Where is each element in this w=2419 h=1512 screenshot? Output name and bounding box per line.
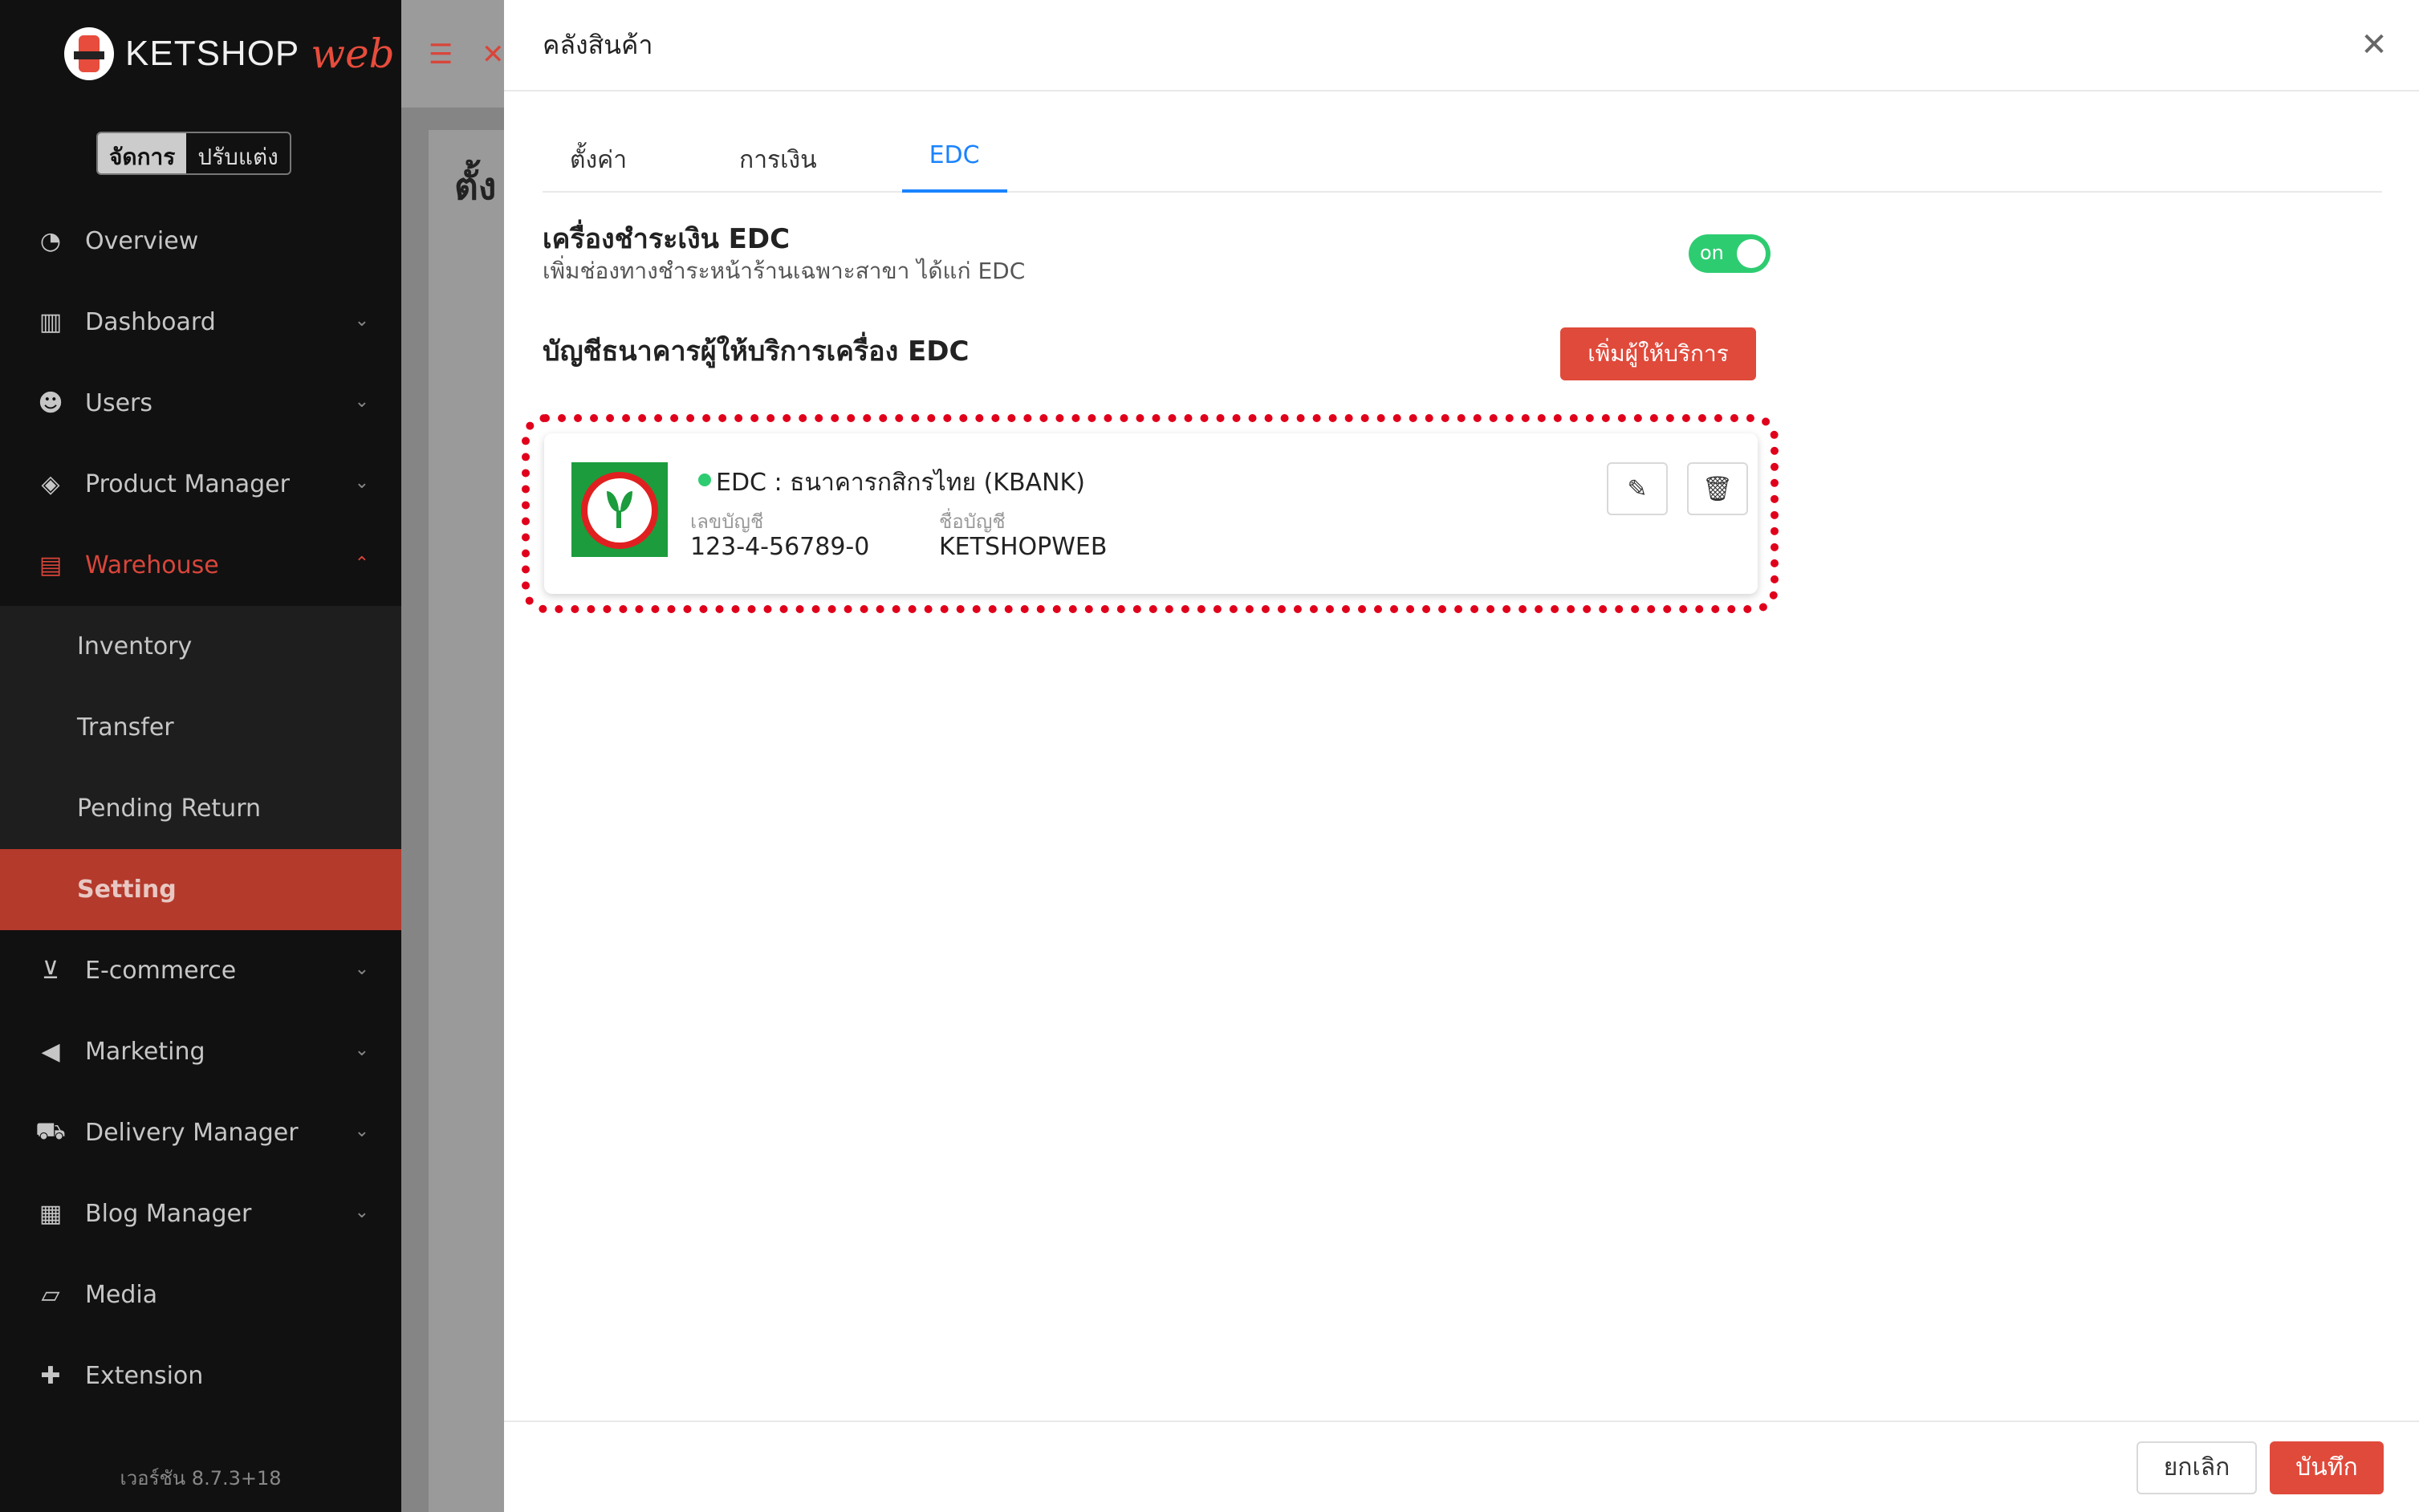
trash-icon: 🗑 — [1701, 474, 1734, 503]
sidebar-item-label: Inventory — [77, 632, 193, 660]
drawer-title: คลังสินค้า — [543, 29, 653, 60]
save-button[interactable]: บันทึก — [2270, 1441, 2384, 1494]
sidebar-subitem-transfer[interactable]: Transfer — [0, 687, 401, 768]
chevron-down-icon: ⌄ — [354, 1040, 369, 1060]
status-dot — [698, 474, 711, 486]
menu-toggle-icon[interactable]: ☰ — [429, 39, 453, 71]
cart-icon: ⊻ — [42, 957, 59, 985]
sidebar-item-warehouse[interactable]: ▤ Warehouse ⌃ — [0, 525, 401, 606]
sidebar-item-label: Warehouse — [85, 551, 219, 579]
pie-chart-icon: ◔ — [39, 227, 62, 255]
settings-drawer: คลังสินค้า ✕ ตั้งค่า การเงิน EDC เครื่อง… — [504, 0, 2419, 1512]
sidebar-item-label: Marketing — [85, 1038, 205, 1066]
sidebar-subitem-setting[interactable]: Setting — [0, 849, 401, 930]
page-card — [429, 130, 504, 1512]
toggle-knob — [1737, 239, 1766, 268]
drawer-tabs: ตั้งค่า การเงิน EDC — [543, 128, 2382, 193]
sidebar-item-label: Blog Manager — [85, 1200, 252, 1228]
sidebar-subitem-pending-return[interactable]: Pending Return — [0, 768, 401, 849]
sidebar-item-label: Users — [85, 389, 153, 417]
edit-button[interactable]: ✎ — [1607, 462, 1668, 515]
providers-section-title: บัญชีธนาคารผู้ให้บริการเครื่อง EDC — [543, 335, 970, 368]
brand-logo[interactable]: KETSHOP web — [64, 24, 395, 83]
warehouse-submenu: Inventory Transfer Pending Return Settin… — [0, 606, 401, 930]
tab-settings[interactable]: ตั้งค่า — [543, 128, 654, 193]
version-label: เวอร์ชัน 8.7.3+18 — [120, 1467, 282, 1490]
sidebar-subitem-inventory[interactable]: Inventory — [0, 606, 401, 687]
puzzle-icon: ✚ — [40, 1362, 61, 1390]
sidebar-item-label: Product Manager — [85, 470, 290, 498]
sidebar-item-label: Pending Return — [77, 795, 262, 823]
page-title-fragment: ตั้ง — [454, 165, 497, 208]
sidebar: KETSHOP web จัดการ ปรับแต่ง ◔ Overview ▥ … — [0, 0, 401, 1512]
cancel-button[interactable]: ยกเลิก — [2136, 1441, 2257, 1494]
chevron-down-icon: ⌄ — [354, 959, 369, 979]
lighthouse-icon — [64, 27, 114, 80]
sidebar-nav: ◔ Overview ▥ Dashboard ⌄ ☻ Users ⌄ ◈ Pro… — [0, 201, 401, 1416]
warehouse-icon: ▤ — [39, 551, 63, 579]
provider-account-card: EDC : ธนาคารกสิกรไทย (KBANK) เลขบัญชี 12… — [544, 433, 1758, 594]
sidebar-item-extension[interactable]: ✚ Extension — [0, 1335, 401, 1416]
sidebar-item-overview[interactable]: ◔ Overview — [0, 201, 401, 282]
edc-section-description: เพิ่มช่องทางชำระหน้าร้านเฉพาะสาขา ได้แก่… — [543, 258, 1026, 284]
chevron-down-icon: ⌄ — [354, 473, 369, 493]
sidebar-item-label: Overview — [85, 227, 199, 255]
users-icon: ☻ — [38, 389, 63, 417]
megaphone-icon: ◀ — [41, 1038, 60, 1066]
sidebar-item-label: Setting — [77, 876, 177, 904]
sidebar-item-label: Delivery Manager — [85, 1119, 299, 1147]
add-provider-button[interactable]: เพิ่มผู้ให้บริการ — [1560, 327, 1756, 380]
delete-button[interactable]: 🗑 — [1687, 462, 1748, 515]
fullscreen-icon[interactable]: ✕ — [482, 39, 505, 71]
sidebar-item-users[interactable]: ☻ Users ⌄ — [0, 363, 401, 444]
sidebar-item-e-commerce[interactable]: ⊻ E-commerce ⌄ — [0, 930, 401, 1011]
mode-manage-button[interactable]: จัดการ — [98, 133, 187, 173]
drawer-footer: ยกเลิก บันทึก — [504, 1421, 2419, 1512]
sidebar-item-label: Dashboard — [85, 308, 216, 336]
account-name: EDC : ธนาคารกสิกรไทย (KBANK) — [716, 469, 1085, 497]
account-holder: KETSHOPWEB — [939, 533, 1108, 561]
tab-finance[interactable]: การเงิน — [712, 128, 844, 193]
sidebar-item-dashboard[interactable]: ▥ Dashboard ⌄ — [0, 282, 401, 363]
tags-icon: ◈ — [41, 470, 60, 498]
mode-customize-button[interactable]: ปรับแต่ง — [186, 133, 290, 173]
drawer-header: คลังสินค้า — [504, 0, 2419, 91]
sidebar-item-label: Transfer — [77, 713, 174, 742]
chevron-up-icon: ⌃ — [354, 554, 369, 574]
brand-suffix: web — [311, 30, 395, 77]
account-number: 123-4-56789-0 — [690, 533, 870, 561]
sidebar-item-marketing[interactable]: ◀ Marketing ⌄ — [0, 1011, 401, 1092]
sidebar-item-blog-manager[interactable]: ▦ Blog Manager ⌄ — [0, 1173, 401, 1254]
edc-toggle[interactable]: on — [1689, 234, 1771, 273]
truck-icon: ⛟ — [35, 1117, 66, 1145]
close-icon[interactable]: ✕ — [2358, 29, 2390, 61]
sidebar-item-delivery-manager[interactable]: ⛟ Delivery Manager ⌄ — [0, 1092, 401, 1173]
sidebar-item-label: Media — [85, 1281, 158, 1309]
folder-icon: ▱ — [41, 1281, 60, 1309]
sidebar-item-media[interactable]: ▱ Media — [0, 1254, 401, 1335]
chevron-down-icon: ⌄ — [354, 311, 369, 331]
chevron-down-icon: ⌄ — [354, 1121, 369, 1141]
chevron-down-icon: ⌄ — [354, 1202, 369, 1222]
page-backdrop[interactable]: ☰ ✕ — [401, 0, 505, 1512]
tab-edc[interactable]: EDC — [901, 128, 1007, 193]
sidebar-item-product-manager[interactable]: ◈ Product Manager ⌄ — [0, 444, 401, 525]
toggle-label: on — [1700, 242, 1724, 264]
newspaper-icon: ▦ — [39, 1200, 63, 1228]
pencil-icon: ✎ — [1627, 474, 1648, 503]
chevron-down-icon: ⌄ — [354, 392, 369, 412]
sidebar-item-label: Extension — [85, 1362, 204, 1390]
mode-switch: จัดการ ปรับแต่ง — [96, 132, 291, 175]
brand-name: KETSHOP — [125, 34, 300, 73]
bar-chart-icon: ▥ — [39, 308, 63, 336]
kbank-logo-icon — [571, 462, 668, 557]
sidebar-item-label: E-commerce — [85, 957, 237, 985]
